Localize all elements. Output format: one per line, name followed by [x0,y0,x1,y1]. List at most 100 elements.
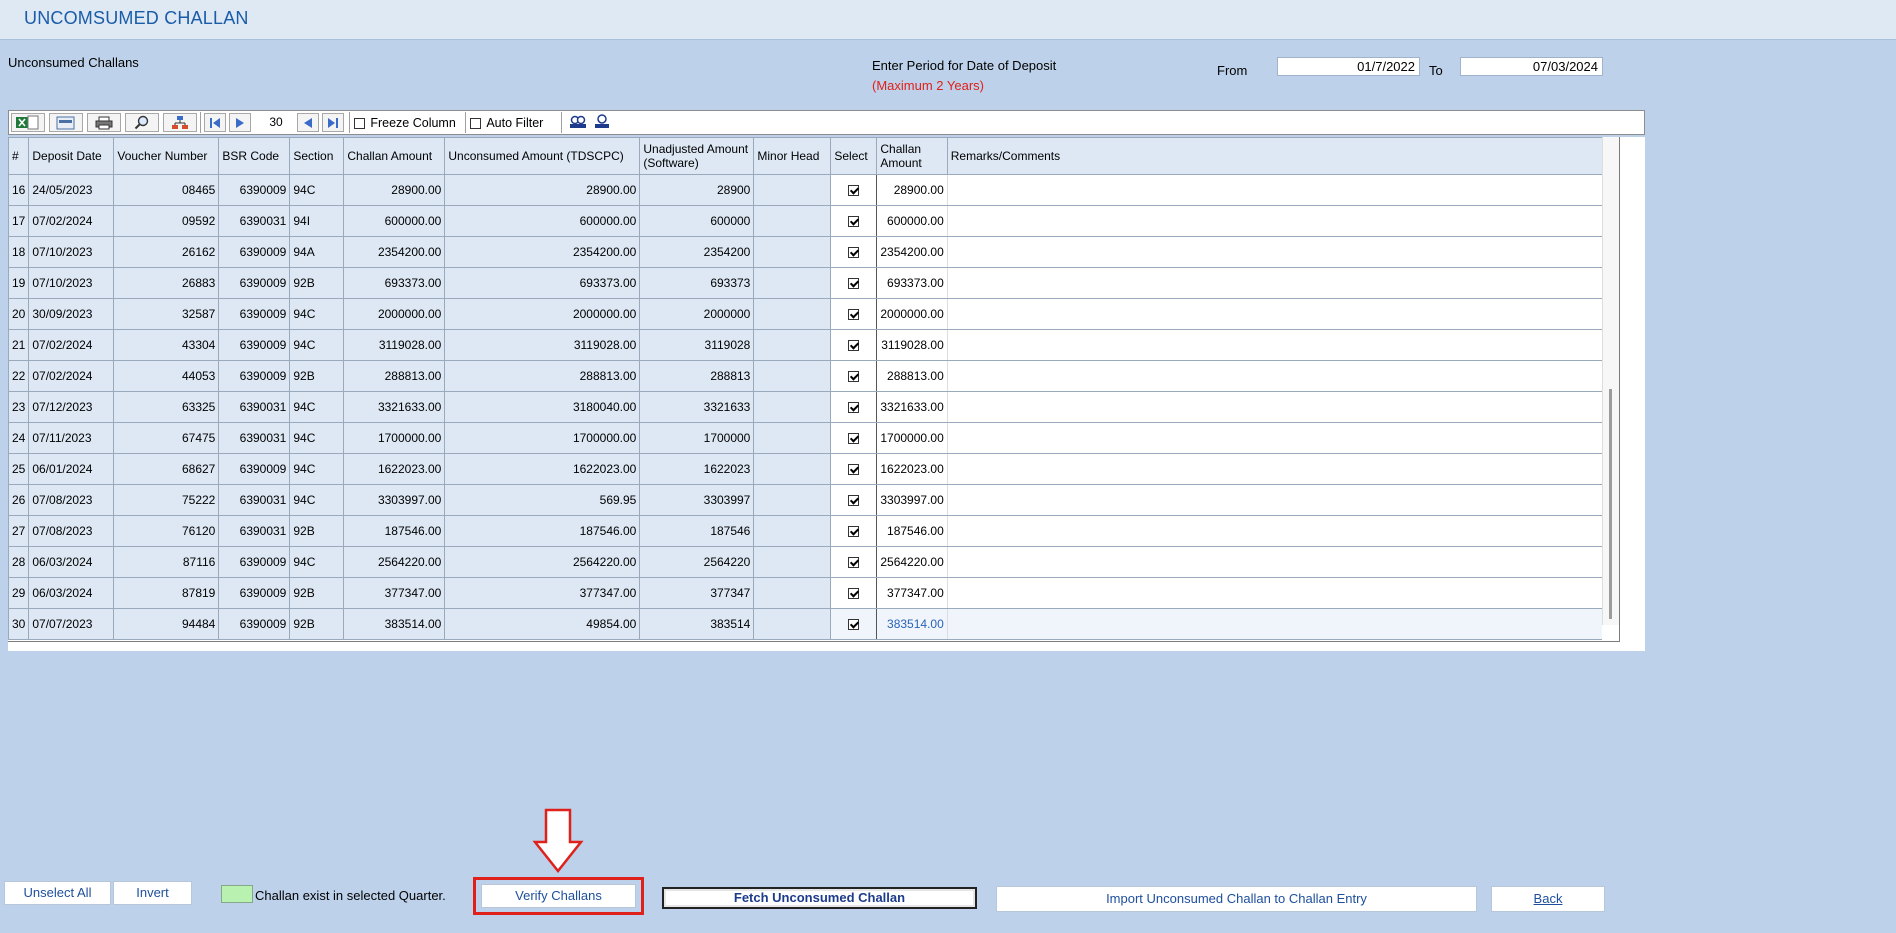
unselect-all-button[interactable]: Unselect All [4,881,111,905]
table-row[interactable]: 25 06/01/2024 68627 6390009 94C 1622023.00 162… [7,453,1603,485]
header-col-challan-amount-2[interactable]: Challan Amount [876,137,948,175]
cell-challan-amount[interactable]: 2564220.00 [876,546,948,578]
cell-challan-amount[interactable]: 600000.00 [876,205,948,237]
select-checkbox[interactable] [848,185,860,197]
cell-remarks[interactable] [946,267,1603,299]
cell-challan-amount[interactable]: 28900.00 [876,174,948,206]
cell-remarks[interactable] [946,546,1603,578]
cell-remarks[interactable] [946,515,1603,547]
select-checkbox[interactable] [848,526,860,538]
cell-select[interactable] [830,360,878,392]
cell-select[interactable] [830,205,878,237]
first-page-icon[interactable] [204,113,226,132]
table-row[interactable]: 21 07/02/2024 43304 6390009 94C 3119028.00 311… [7,329,1603,361]
auto-filter-toggle[interactable]: Auto Filter [470,116,543,130]
print-icon[interactable] [87,113,121,132]
select-checkbox[interactable] [848,247,860,259]
verify-challans-button[interactable]: Verify Challans [481,884,636,908]
select-checkbox[interactable] [848,557,860,569]
table-row[interactable]: 28 06/03/2024 87116 6390009 94C 2564220.00 256… [7,546,1603,578]
cell-select[interactable] [830,453,878,485]
cell-challan-amount[interactable]: 1622023.00 [876,453,948,485]
cell-remarks[interactable] [946,236,1603,268]
prev-page-icon[interactable] [229,113,251,132]
table-row[interactable]: 26 07/08/2023 75222 6390031 94C 3303997.00 569… [7,484,1603,516]
cell-remarks[interactable] [946,453,1603,485]
table-row[interactable]: 27 07/08/2023 76120 6390031 92B 187546.00 1875… [7,515,1603,547]
cell-select[interactable] [830,391,878,423]
cell-select[interactable] [830,174,878,206]
header-col-deposit-date[interactable]: Deposit Date [28,137,115,175]
invert-button[interactable]: Invert [113,881,192,905]
cell-select[interactable] [830,608,878,640]
header-col-challan-amount[interactable]: Challan Amount [343,137,446,175]
select-checkbox[interactable] [848,309,860,321]
fetch-unconsumed-challan-button[interactable]: Fetch Unconsumed Challan [662,887,977,909]
cell-remarks[interactable] [946,608,1603,640]
select-checkbox[interactable] [848,433,860,445]
select-checkbox[interactable] [848,619,860,631]
select-checkbox[interactable] [848,464,860,476]
header-col-unadjusted-amount[interactable]: Unadjusted Amount (Software) [639,137,755,175]
header-col-unconsumed-amount[interactable]: Unconsumed Amount (TDSCPC) [444,137,641,175]
vertical-scrollbar[interactable] [1602,137,1619,625]
back-button[interactable]: Back [1491,886,1605,912]
last-page-icon[interactable] [322,113,344,132]
cell-select[interactable] [830,298,878,330]
table-row[interactable]: 19 07/10/2023 26883 6390009 92B 693373.00 6933… [7,267,1603,299]
cell-select[interactable] [830,422,878,454]
table-row[interactable]: 20 30/09/2023 32587 6390009 94C 2000000.00 200… [7,298,1603,330]
cell-select[interactable] [830,329,878,361]
cell-select[interactable] [830,577,878,609]
cell-select[interactable] [830,236,878,268]
table-row[interactable]: 16 24/05/2023 08465 6390009 94C 28900.00 28900… [7,174,1603,206]
cell-challan-amount[interactable]: 3119028.00 [876,329,948,361]
table-row[interactable]: 24 07/11/2023 67475 6390031 94C 1700000.00 170… [7,422,1603,454]
cell-remarks[interactable] [946,298,1603,330]
cell-select[interactable] [830,267,878,299]
auto-filter-checkbox[interactable] [470,118,481,130]
from-date-field[interactable]: 01/7/2022 [1277,57,1420,76]
cell-challan-amount[interactable]: 1700000.00 [876,422,948,454]
header-col-voucher-number[interactable]: Voucher Number [113,137,220,175]
header-col-number[interactable]: # [7,137,30,175]
cell-remarks[interactable] [946,360,1603,392]
cell-challan-amount[interactable]: 187546.00 [876,515,948,547]
cell-challan-amount[interactable]: 693373.00 [876,267,948,299]
scrollbar-thumb[interactable] [1609,389,1612,619]
header-col-bsr-code[interactable]: BSR Code [218,137,291,175]
tree-icon[interactable] [163,113,197,132]
back-icon[interactable] [297,113,319,132]
table-row[interactable]: 30 07/07/2023 94484 6390009 92B 383514.00 4985… [7,608,1603,640]
cell-remarks[interactable] [946,422,1603,454]
cell-challan-amount[interactable]: 3321633.00 [876,391,948,423]
table-row[interactable]: 22 07/02/2024 44053 6390009 92B 288813.00 2888… [7,360,1603,392]
select-checkbox[interactable] [848,495,860,507]
header-col-section[interactable]: Section [289,137,345,175]
table-row[interactable]: 23 07/12/2023 63325 6390031 94C 3321633.00 318… [7,391,1603,423]
excel-icon[interactable] [11,113,45,132]
find-next-icon[interactable] [593,114,611,133]
table-row[interactable]: 18 07/10/2023 26162 6390009 94A 2354200.00 235… [7,236,1603,268]
cell-remarks[interactable] [946,577,1603,609]
cell-challan-amount[interactable]: 383514.00 [876,608,948,640]
cell-select[interactable] [830,515,878,547]
import-challan-button[interactable]: Import Unconsumed Challan to Challan Ent… [996,886,1477,912]
page-size-field[interactable]: 30 [261,115,291,129]
cell-challan-amount[interactable]: 3303997.00 [876,484,948,516]
find-icon[interactable] [569,114,587,133]
select-checkbox[interactable] [848,402,860,414]
to-date-field[interactable]: 07/03/2024 [1460,57,1603,76]
header-col-remarks[interactable]: Remarks/Comments [946,137,1603,175]
freeze-column-toggle[interactable]: Freeze Column [354,116,456,130]
search-icon[interactable] [125,113,159,132]
cell-remarks[interactable] [946,484,1603,516]
select-checkbox[interactable] [848,588,860,600]
cell-select[interactable] [830,484,878,516]
cell-remarks[interactable] [946,174,1603,206]
cell-challan-amount[interactable]: 288813.00 [876,360,948,392]
freeze-column-checkbox[interactable] [354,118,365,130]
cell-challan-amount[interactable]: 377347.00 [876,577,948,609]
header-col-minor-head[interactable]: Minor Head [753,137,832,175]
select-checkbox[interactable] [848,371,860,383]
